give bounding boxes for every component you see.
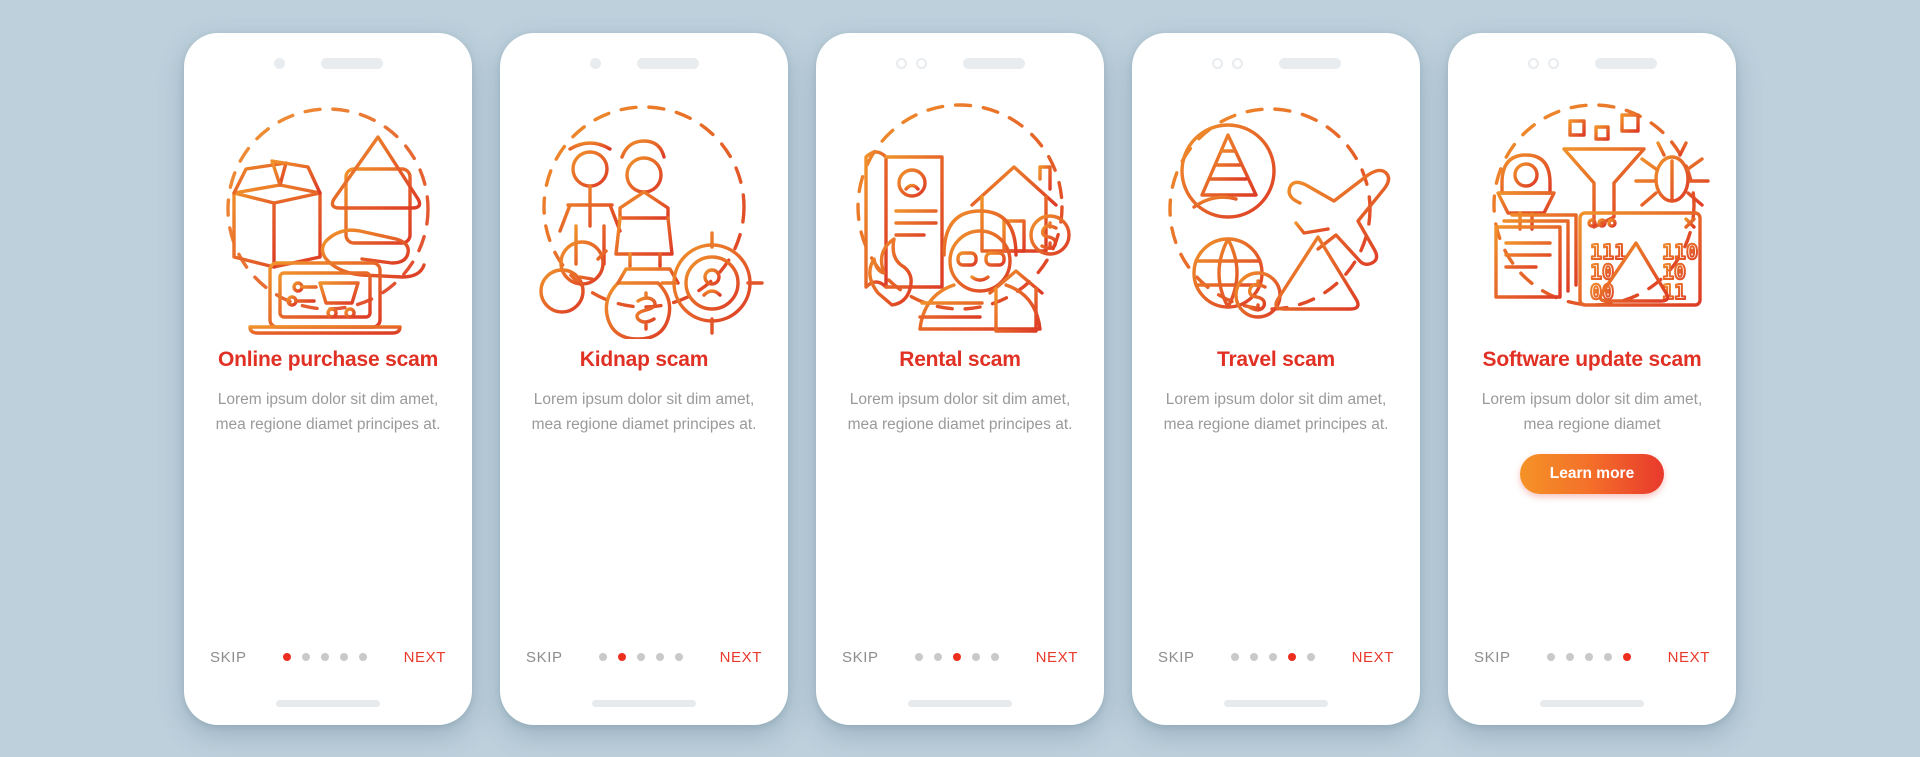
skip-button[interactable]: SKIP [210,649,247,666]
speaker-bar-icon [1278,58,1341,69]
sensor-ring-icon [915,58,927,69]
screen-title: Rental scam [899,347,1021,371]
travel-scam-icon [1150,87,1402,339]
pagination-dot-3[interactable] [1585,653,1594,661]
pagination-dot-4[interactable] [656,653,665,661]
status-bar [816,33,1104,85]
home-indicator [276,699,380,707]
onboarding-screens-container: Online purchase scam Lorem ipsum dolor si… [0,0,1920,757]
pagination-dot-2[interactable] [302,653,311,661]
pagination-dot-4[interactable] [972,653,981,661]
screen-description: Lorem ipsum dolor sit dim amet, mea regi… [847,391,1073,434]
pagination-dot-5[interactable] [675,653,684,661]
onboarding-navigation: SKIP NEXT [500,649,788,666]
screen-title: Software update scam [1482,347,1702,371]
pagination-dot-5[interactable] [359,653,368,661]
pagination-dots [599,653,684,661]
rental-scam-icon [834,87,1086,339]
pagination-dots [915,653,1000,661]
onboarding-card-4: Travel scam Lorem ipsum dolor sit dim ame… [1132,32,1420,725]
screen-title: Online purchase scam [217,347,439,371]
pagination-dots [1231,653,1316,661]
onboarding-card-1: Online purchase scam Lorem ipsum dolor si… [184,32,472,725]
camera-ring-icon [895,58,907,69]
pagination-dot-2[interactable] [618,653,627,661]
speaker-bar-icon [962,58,1025,69]
kidnap-scam-icon [518,87,770,339]
camera-ring-icon [1527,58,1539,69]
pagination-dot-4[interactable] [1288,653,1297,661]
pagination-dot-3[interactable] [1269,653,1278,661]
home-indicator [1540,699,1644,707]
next-button[interactable]: NEXT [404,649,446,666]
content-block: Online purchase scam Lorem ipsum dolor si… [184,339,472,649]
skip-button[interactable]: SKIP [1474,649,1511,666]
sensor-ring-icon [1547,58,1559,69]
skip-button[interactable]: SKIP [526,649,563,666]
camera-dot-icon [589,58,601,69]
pagination-dot-2[interactable] [1250,653,1259,661]
speaker-bar-icon [320,58,383,69]
pagination-dot-3[interactable] [637,653,646,661]
pagination-dot-1[interactable] [283,653,292,661]
content-block: Rental scam Lorem ipsum dolor sit dim ame… [816,339,1104,649]
screen-title: Travel scam [1216,347,1336,371]
pagination-dot-1[interactable] [1231,653,1240,661]
next-button[interactable]: NEXT [1036,649,1078,666]
pagination-dot-2[interactable] [1566,653,1575,661]
screen-description: Lorem ipsum dolor sit dim amet, mea regi… [215,391,441,434]
speaker-bar-icon [1594,58,1657,69]
skip-button[interactable]: SKIP [842,649,879,666]
status-bar [500,33,788,85]
pagination-dot-1[interactable] [599,653,608,661]
pagination-dot-2[interactable] [934,653,943,661]
screen-description: Lorem ipsum dolor sit dim amet, mea regi… [1481,391,1703,434]
onboarding-card-2: Kidnap scam Lorem ipsum dolor sit dim ame… [500,32,788,725]
onboarding-navigation: SKIP NEXT [1132,649,1420,666]
content-block: Travel scam Lorem ipsum dolor sit dim ame… [1132,339,1420,649]
pagination-dot-5[interactable] [1623,653,1632,661]
screen-description: Lorem ipsum dolor sit dim amet, mea regi… [531,391,757,434]
pagination-dot-4[interactable] [340,653,349,661]
skip-button[interactable]: SKIP [1158,649,1195,666]
next-button[interactable]: NEXT [1352,649,1394,666]
pagination-dot-3[interactable] [321,653,330,661]
status-bar [184,33,472,85]
next-button[interactable]: NEXT [720,649,762,666]
camera-ring-icon [1211,58,1223,69]
pagination-dot-3[interactable] [953,653,962,661]
onboarding-navigation: SKIP NEXT [184,649,472,666]
pagination-dot-1[interactable] [915,653,924,661]
speaker-bar-icon [636,58,699,69]
status-bar [1132,33,1420,85]
onboarding-navigation: SKIP NEXT [1448,649,1736,666]
pagination-dots [1547,653,1632,661]
camera-dot-icon [273,58,285,69]
home-indicator [1224,699,1328,707]
sensor-ring-icon [1231,58,1243,69]
screen-description: Lorem ipsum dolor sit dim amet, mea regi… [1163,391,1389,434]
pagination-dot-5[interactable] [1307,653,1316,661]
screen-title: Kidnap scam [579,347,709,371]
onboarding-card-5: 111 10 00 110 10 11 Software update scam… [1448,32,1736,725]
content-block: Software update scam Lorem ipsum dolor si… [1448,339,1736,649]
home-indicator [908,699,1012,707]
onboarding-card-3: Rental scam Lorem ipsum dolor sit dim ame… [816,32,1104,725]
pagination-dot-5[interactable] [991,653,1000,661]
content-block: Kidnap scam Lorem ipsum dolor sit dim ame… [500,339,788,649]
pagination-dot-4[interactable] [1604,653,1613,661]
home-indicator [592,699,696,707]
pagination-dot-1[interactable] [1547,653,1556,661]
software-update-scam-icon: 111 10 00 110 10 11 [1466,87,1718,339]
next-button[interactable]: NEXT [1668,649,1710,666]
onboarding-navigation: SKIP NEXT [816,649,1104,666]
online-purchase-scam-icon [202,87,454,339]
learn-more-button[interactable]: Learn more [1519,453,1665,494]
pagination-dots [283,653,368,661]
status-bar [1448,33,1736,85]
